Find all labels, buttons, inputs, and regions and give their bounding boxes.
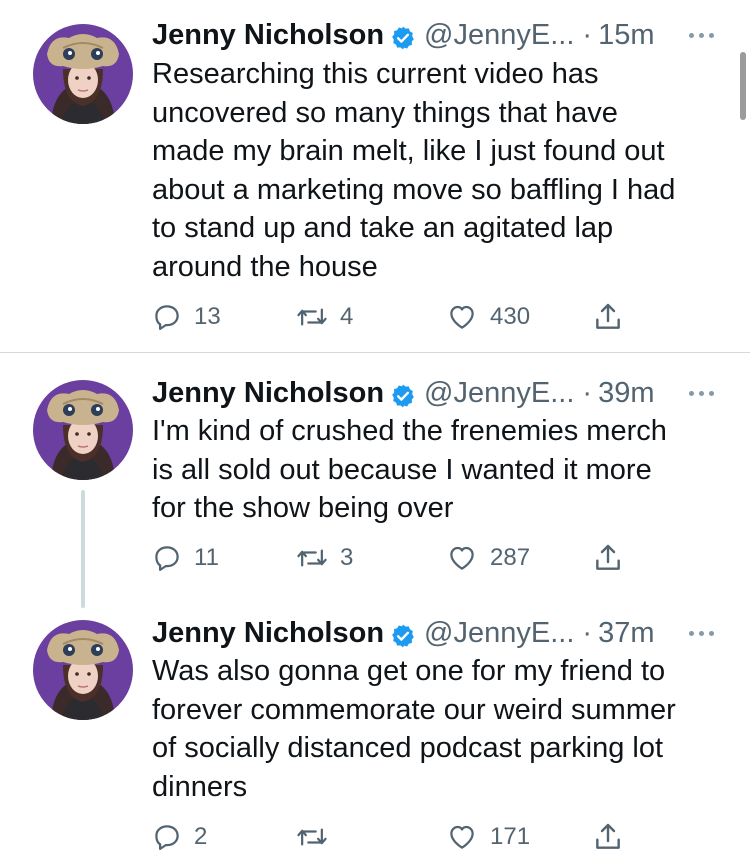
tweet-actions: 2 171	[152, 817, 652, 857]
tweet-text: Was also gonna get one for my friend to …	[152, 655, 676, 803]
heart-icon	[446, 302, 478, 332]
tweet-text: I'm kind of crushed the frenemies merch …	[152, 415, 667, 524]
verified-badge-icon	[390, 380, 416, 408]
handle[interactable]: @JennyE...	[424, 613, 574, 653]
share-button[interactable]	[592, 538, 624, 578]
handle[interactable]: @JennyE...	[424, 15, 574, 55]
display-name[interactable]: Jenny Nicholson	[152, 373, 384, 413]
share-icon	[592, 542, 624, 574]
retweet-button[interactable]: 4	[296, 297, 353, 337]
more-options-icon[interactable]	[689, 373, 714, 413]
reply-count: 13	[194, 303, 221, 330]
timestamp[interactable]: 37m	[598, 613, 654, 653]
verified-badge-icon	[390, 620, 416, 648]
retweet-count: 4	[340, 303, 354, 330]
avatar[interactable]	[33, 620, 133, 720]
more-options-icon[interactable]	[689, 613, 714, 653]
retweet-icon	[296, 543, 328, 573]
retweet-icon	[296, 822, 328, 852]
like-count: 171	[490, 823, 531, 850]
reply-count: 11	[194, 544, 219, 571]
reply-icon	[152, 302, 182, 332]
retweet-count: 3	[340, 544, 354, 571]
tweet-header: Jenny Nicholson @JennyE... · 39m	[152, 373, 726, 413]
like-count: 287	[490, 544, 531, 571]
share-icon	[592, 821, 624, 853]
retweet-button[interactable]: 3	[296, 538, 353, 578]
tweet-actions: 11 3 287	[152, 538, 652, 578]
timestamp[interactable]: 39m	[598, 373, 654, 413]
like-button[interactable]: 171	[446, 817, 530, 857]
avatar[interactable]	[33, 24, 133, 124]
share-button[interactable]	[592, 297, 624, 337]
reply-button[interactable]: 13	[152, 297, 221, 337]
like-button[interactable]: 430	[446, 297, 530, 337]
share-button[interactable]	[592, 817, 624, 857]
tweet-header: Jenny Nicholson @JennyE... · 15m	[152, 15, 726, 55]
reply-icon	[152, 822, 182, 852]
timestamp[interactable]: 15m	[598, 15, 654, 55]
tweet[interactable]: Jenny Nicholson @JennyE... · 39m I'm kin…	[0, 353, 750, 608]
tweet[interactable]: Jenny Nicholson @JennyE... · 15m Researc…	[0, 0, 750, 352]
display-name[interactable]: Jenny Nicholson	[152, 15, 384, 55]
share-icon	[592, 301, 624, 333]
reply-count: 2	[194, 823, 208, 850]
separator-dot: ·	[582, 19, 593, 51]
like-button[interactable]: 287	[446, 538, 530, 578]
like-count: 430	[490, 303, 531, 330]
tweet-actions: 13 4 430	[152, 297, 652, 337]
tweet-header: Jenny Nicholson @JennyE... · 37m	[152, 613, 726, 653]
tweet[interactable]: Jenny Nicholson @JennyE... · 37m Was als…	[0, 598, 750, 859]
reply-button[interactable]: 11	[152, 538, 219, 578]
thread-connector	[81, 490, 85, 608]
reply-icon	[152, 543, 182, 573]
tweet-text: Researching this current video has uncov…	[152, 58, 676, 283]
retweet-button[interactable]	[296, 817, 340, 857]
more-options-icon[interactable]	[689, 15, 714, 55]
heart-icon	[446, 543, 478, 573]
display-name[interactable]: Jenny Nicholson	[152, 613, 384, 653]
heart-icon	[446, 822, 478, 852]
separator-dot: ·	[582, 617, 593, 649]
separator-dot: ·	[582, 377, 593, 409]
reply-button[interactable]: 2	[152, 817, 207, 857]
avatar[interactable]	[33, 380, 133, 480]
retweet-icon	[296, 302, 328, 332]
handle[interactable]: @JennyE...	[424, 373, 574, 413]
verified-badge-icon	[390, 22, 416, 50]
